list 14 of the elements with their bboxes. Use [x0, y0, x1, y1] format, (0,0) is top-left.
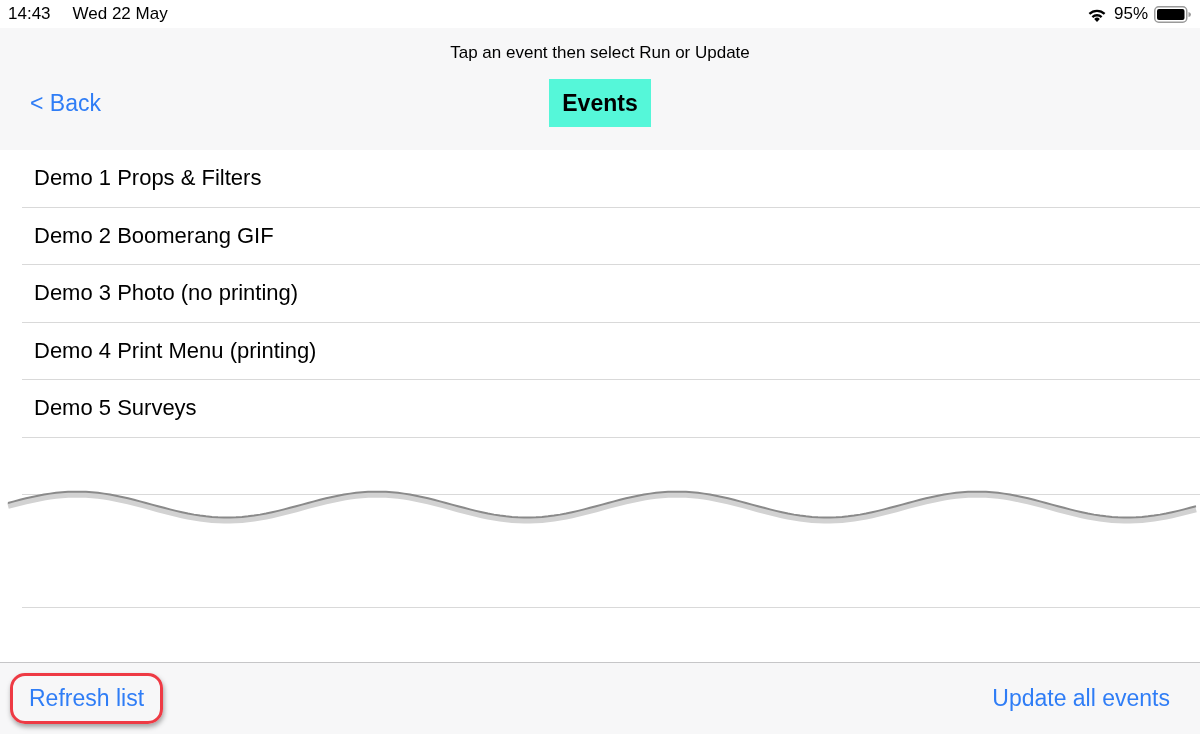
- toolbar-button[interactable]: Refresh list: [10, 673, 164, 724]
- event-row[interactable]: Demo 1 Props & Filters: [22, 150, 1200, 208]
- nav-title: Events: [549, 79, 651, 127]
- battery-icon: [1154, 5, 1191, 23]
- event-row[interactable]: Demo 4 Print Menu (printing): [22, 322, 1200, 380]
- back-button[interactable]: < Back: [30, 89, 101, 117]
- status-date: Wed 22 May: [72, 4, 168, 24]
- event-row[interactable]: Demo 3 Photo (no printing): [22, 265, 1200, 323]
- status-time: 14:43: [8, 4, 51, 24]
- event-row[interactable]: Demo 2 Boomerang GIF: [22, 207, 1200, 265]
- battery-percent: 95%: [1113, 4, 1148, 24]
- hint-text: Tap an event then select Run or Update: [450, 43, 750, 63]
- event-row[interactable]: Demo 5 Surveys: [22, 380, 1200, 438]
- toolbar-button[interactable]: Update all events: [992, 685, 1170, 712]
